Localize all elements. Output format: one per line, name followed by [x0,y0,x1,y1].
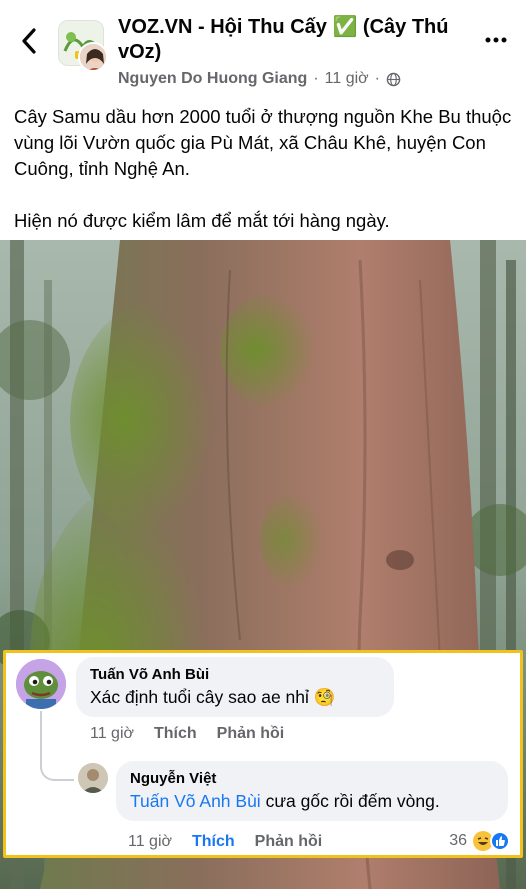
back-button[interactable] [14,26,44,56]
more-dots-icon [485,37,507,43]
commenter-name-2[interactable]: Nguyễn Việt [130,769,494,789]
comment-text-2: Tuấn Võ Anh Bùi cưa gốc rồi đếm vòng. [130,789,494,813]
comment-bubble-2[interactable]: Nguyễn Việt Tuấn Võ Anh Bùi cưa gốc rồi … [116,761,508,821]
like-reaction-icon [490,831,510,851]
post-meta: Nguyen Do Huong Giang · 11 giờ · [118,70,401,88]
meta-separator: · [313,70,319,87]
chevron-left-icon [22,28,36,54]
highlighted-comments: Tuấn Võ Anh Bùi Xác định tuổi cây sao ae… [3,650,523,858]
group-name[interactable]: VOZ.VN - Hội Thu Cấy ✅ (Cây Thú vOz) [118,15,468,65]
comment-text-2-body: cưa gốc rồi đếm vòng. [260,791,440,811]
globe-icon [386,72,401,86]
post-paragraph-2: Hiện nó được kiểm lâm để mắt tới hàng ng… [14,210,390,231]
author-name[interactable]: Nguyen Do Huong Giang [118,70,307,88]
post-body: Cây Samu dầu hơn 2000 tuổi ở thượng nguồ… [14,104,514,260]
thread-connector [40,753,74,781]
comment-actions-2: 11 giờ Thích Phản hồi [128,833,322,851]
comment-text-1: Xác định tuổi cây sao ae nhỉ 🧐 [90,687,336,707]
reaction-count: 36 [449,832,467,849]
commenter-avatar-2[interactable] [78,763,108,793]
pepe-avatar-icon [16,659,66,709]
more-options-button[interactable] [482,30,510,50]
post-paragraph-1: Cây Samu dầu hơn 2000 tuổi ở thượng nguồ… [14,106,512,179]
comment-time-1[interactable]: 11 giờ [90,725,134,743]
reply-button-2[interactable]: Phản hồi [255,833,323,851]
like-button-1[interactable]: Thích [154,725,197,743]
reply-button-1[interactable]: Phản hồi [217,725,285,743]
comment-actions-1: 11 giờ Thích Phản hồi [90,725,284,743]
mention-link[interactable]: Tuấn Võ Anh Bùi [130,791,261,811]
like-button-2[interactable]: Thích [192,833,235,851]
profile-photo-icon [80,44,106,70]
commenter-name-1[interactable]: Tuấn Võ Anh Bùi [90,665,380,685]
meta-separator-2: · [374,70,380,87]
profile-photo-icon-2 [78,763,108,793]
comment-time-2[interactable]: 11 giờ [128,833,172,851]
post-header: VOZ.VN - Hội Thu Cấy ✅ (Cây Thú vOz) Ngu… [0,0,526,96]
reaction-summary[interactable]: 36 [449,831,510,851]
commenter-avatar-1[interactable] [16,659,66,709]
author-avatar[interactable] [78,42,108,72]
post-time[interactable]: 11 giờ [325,70,369,88]
comment-bubble-1[interactable]: Tuấn Võ Anh Bùi Xác định tuổi cây sao ae… [76,657,394,717]
